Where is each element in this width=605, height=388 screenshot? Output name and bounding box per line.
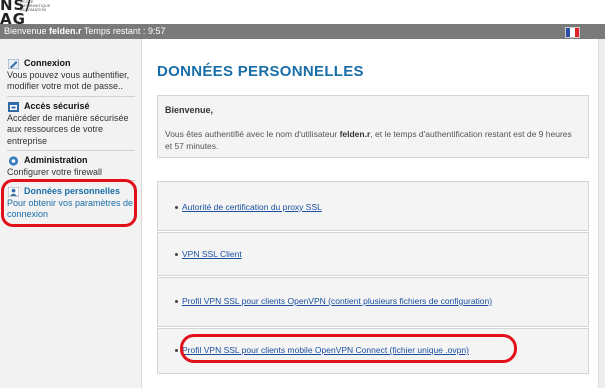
scrollbar[interactable] bbox=[598, 39, 605, 388]
sidebar-item-title: Accès sécurisé bbox=[24, 101, 90, 111]
link-openvpn-profile[interactable]: Profil VPN SSL pour clients OpenVPN (con… bbox=[182, 296, 492, 306]
status-bar: Bienvenue felden.r Temps restant : 9:57 bbox=[0, 24, 605, 39]
time-label: Temps restant : bbox=[81, 26, 148, 36]
status-username: felden.r bbox=[49, 26, 82, 36]
sidebar-item-title: Administration bbox=[24, 155, 88, 165]
logo-subtext: ÉCOLE INFORMATIQUE AUTOMATION bbox=[20, 0, 51, 12]
welcome-heading: Bienvenue, bbox=[165, 105, 214, 115]
bullet-icon bbox=[175, 206, 178, 209]
welcome-username: felden.r bbox=[339, 129, 371, 139]
link-panel: VPN SSL Client bbox=[157, 232, 589, 276]
highlight-oval-sidebar bbox=[1, 179, 137, 227]
sidebar-item-desc: Configurer votre firewall bbox=[7, 166, 103, 177]
secure-access-icon bbox=[8, 102, 19, 112]
logo-strip: NS/ AG ÉCOLE INFORMATIQUE AUTOMATION bbox=[0, 0, 605, 27]
highlight-oval-link bbox=[180, 334, 517, 363]
link-ssl-proxy-ca[interactable]: Autorité de certification du proxy SSL bbox=[182, 202, 322, 212]
link-vpn-ssl-client[interactable]: VPN SSL Client bbox=[182, 249, 242, 259]
bullet-icon bbox=[175, 300, 178, 303]
link-panel: Autorité de certification du proxy SSL bbox=[157, 181, 589, 231]
sidebar-item-secure-access[interactable]: Accès sécurisé Accéder de manière sécuri… bbox=[7, 101, 139, 147]
sidebar-item-title: Connexion bbox=[24, 58, 71, 68]
sidebar-item-connexion[interactable]: Connexion Vous pouvez vous authentifier,… bbox=[7, 58, 139, 93]
session-status: Bienvenue felden.r Temps restant : 9:57 bbox=[4, 24, 165, 39]
pencil-icon bbox=[8, 59, 19, 69]
bullet-icon bbox=[175, 349, 178, 352]
sidebar-item-desc: Vous pouvez vous authentifier, modifier … bbox=[7, 69, 130, 92]
sidebar-item-desc: Accéder de manière sécurisée aux ressour… bbox=[7, 112, 129, 146]
admin-gear-icon bbox=[8, 156, 19, 166]
welcome-text: Vous êtes authentifié avec le nom d'util… bbox=[165, 128, 577, 152]
welcome-prefix: Bienvenue bbox=[4, 26, 50, 36]
bullet-icon bbox=[175, 253, 178, 256]
divider bbox=[7, 96, 135, 97]
welcome-panel: Bienvenue, Vous êtes authentifié avec le… bbox=[157, 95, 589, 158]
link-panel: Profil VPN SSL pour clients OpenVPN (con… bbox=[157, 277, 589, 327]
flag-fr-icon[interactable] bbox=[565, 27, 580, 38]
welcome-text-part: Vous êtes authentifié avec le nom d'util… bbox=[165, 129, 340, 139]
divider bbox=[7, 150, 135, 151]
sidebar-item-administration[interactable]: Administration Configurer votre firewall bbox=[7, 155, 139, 178]
time-remaining: 9:57 bbox=[147, 26, 166, 36]
page-title: DONNÉES PERSONNELLES bbox=[157, 63, 364, 80]
